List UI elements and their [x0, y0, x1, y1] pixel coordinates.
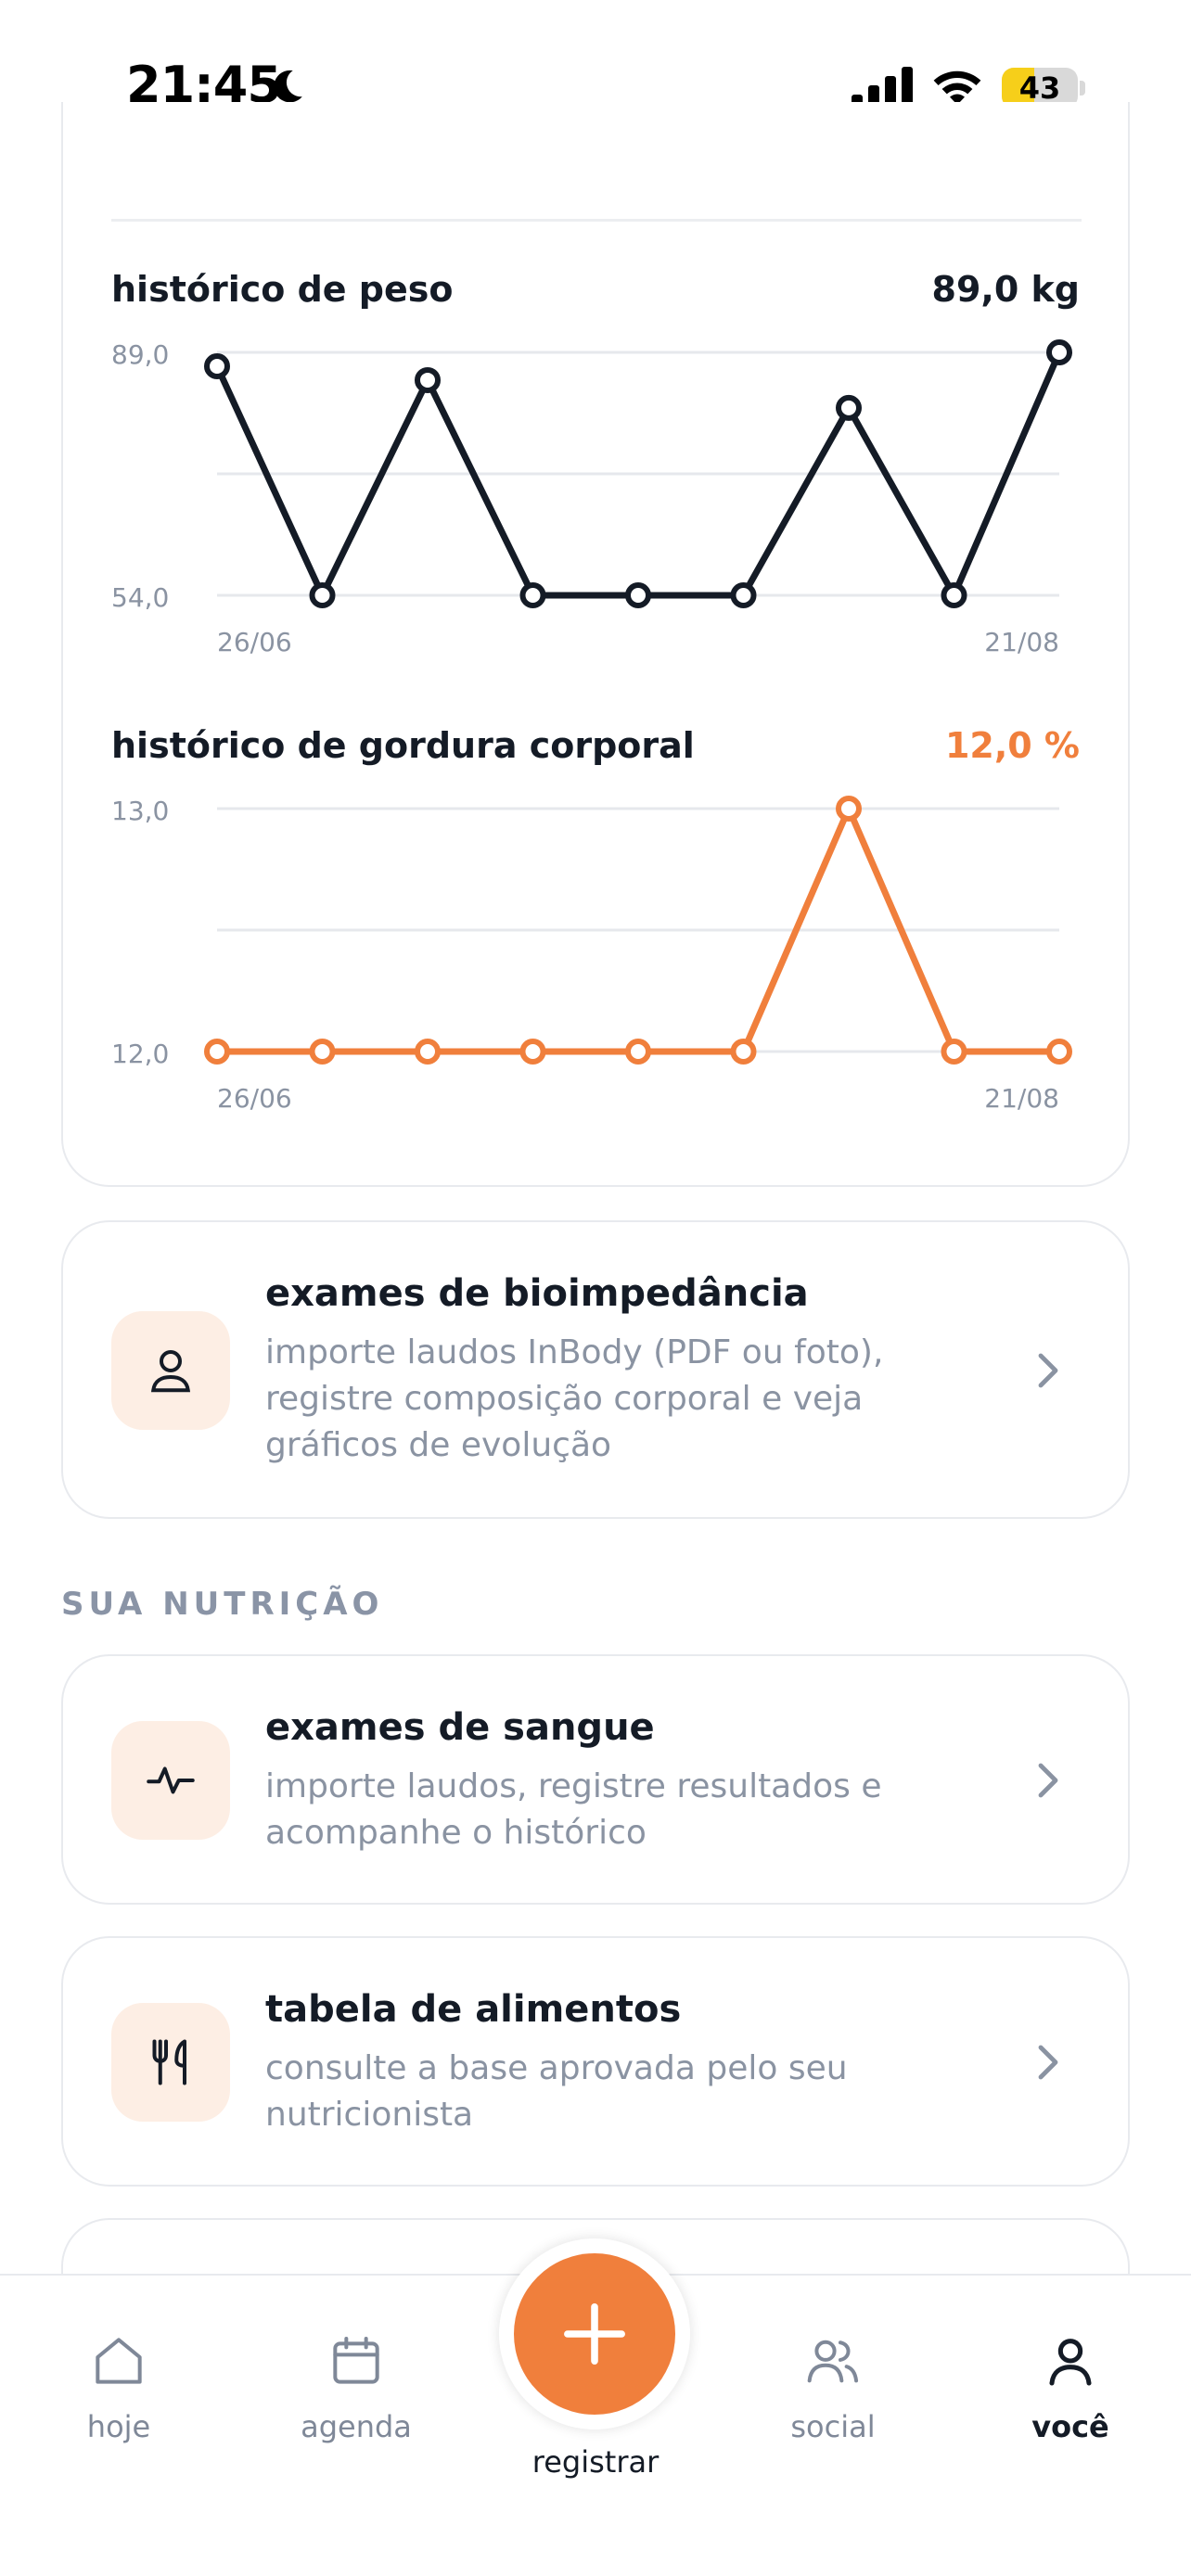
chevron-right-icon: [1038, 2045, 1058, 2080]
pulse-icon: [147, 1766, 195, 1794]
blood-exams-description: importe laudos, registre resultados e ac…: [265, 1767, 882, 1852]
fat-point-8: [1046, 1039, 1072, 1065]
user-icon: [1049, 2339, 1092, 2386]
divider: [111, 219, 1082, 222]
food-table-icon-box: [111, 2003, 230, 2122]
home-icon: [96, 2338, 142, 2384]
bioimpedance-icon-box: [111, 1311, 230, 1430]
weight-current-value: 89,0 kg: [931, 269, 1080, 310]
fat-x-start-label: 26/06: [217, 1083, 292, 1114]
weight-y-min-label: 54,0: [111, 582, 169, 613]
plus-icon: [564, 2303, 625, 2365]
blood-exams-card[interactable]: exames de sangue importe laudos, registr…: [61, 1654, 1130, 1905]
nav-item-hoje[interactable]: hoje: [35, 2331, 202, 2461]
blood-exams-icon-box: [111, 1721, 230, 1840]
register-button[interactable]: [514, 2253, 675, 2415]
weight-point-1: [309, 582, 336, 608]
nav-item-agenda[interactable]: agenda: [273, 2331, 440, 2461]
weight-x-end-label: 21/08: [984, 627, 1059, 657]
bioimpedance-description: importe laudos InBody (PDF ou foto), reg…: [265, 1333, 884, 1464]
weight-point-3: [519, 582, 546, 608]
fat-y-min-label: 12,0: [111, 1039, 169, 1069]
fat-chart-title: histórico de gordura corporal: [111, 725, 695, 766]
chevron-right-icon: [1038, 1353, 1058, 1388]
body-history-card: histórico de peso 89,0 kg 89,0 54,0 26/06 2…: [61, 102, 1130, 1187]
fat-point-1: [309, 1039, 336, 1065]
bioimpedance-card[interactable]: exames de bioimpedância importe laudos I…: [61, 1220, 1130, 1519]
weight-chart-title: histórico de peso: [111, 269, 454, 310]
weight-point-5: [730, 582, 757, 608]
nutrition-section-label: SUA NUTRIÇÃO: [61, 1586, 384, 1623]
fat-point-4: [625, 1039, 651, 1065]
nav-label-social: social: [790, 2409, 876, 2444]
nav-label-voce: você: [1031, 2409, 1109, 2444]
nav-label-hoje: hoje: [86, 2409, 151, 2444]
fat-point-5: [730, 1039, 757, 1065]
weight-point-6: [836, 394, 862, 421]
fat-point-6: [836, 796, 862, 822]
person-icon: [150, 1350, 191, 1393]
weight-y-max-label: 89,0: [111, 339, 169, 370]
nav-label-agenda: agenda: [301, 2409, 412, 2444]
nav-item-voce[interactable]: você: [987, 2331, 1154, 2461]
blood-exams-title: exames de sangue: [265, 1706, 655, 1749]
food-table-title: tabela de alimentos: [265, 1988, 682, 2031]
register-label: registrar: [531, 2444, 660, 2480]
utensils-icon: [152, 2039, 186, 2085]
fat-y-max-label: 13,0: [111, 796, 169, 826]
fat-point-7: [941, 1039, 967, 1065]
weight-point-4: [625, 582, 651, 608]
fat-chart: 13,0 12,0 26/06 21/08: [111, 796, 1072, 1114]
weight-point-8: [1046, 339, 1072, 365]
bioimpedance-title: exames de bioimpedância: [265, 1272, 809, 1315]
fat-point-3: [519, 1039, 546, 1065]
fat-point-2: [415, 1039, 441, 1065]
weight-point-0: [204, 352, 230, 379]
users-icon: [807, 2340, 859, 2383]
fat-current-value: 12,0 %: [944, 725, 1080, 766]
calendar-icon: [333, 2337, 379, 2384]
weight-point-7: [941, 582, 967, 608]
weight-point-2: [415, 366, 441, 393]
fat-x-end-label: 21/08: [984, 1083, 1059, 1114]
chevron-right-icon: [1038, 1763, 1058, 1798]
weight-x-start-label: 26/06: [217, 627, 292, 657]
food-table-card[interactable]: tabela de alimentos consulte a base apro…: [61, 1936, 1130, 2187]
nav-item-social[interactable]: social: [749, 2331, 916, 2461]
fat-point-0: [204, 1039, 230, 1065]
food-table-description: consulte a base aprovada pelo seu nutric…: [265, 2049, 848, 2134]
